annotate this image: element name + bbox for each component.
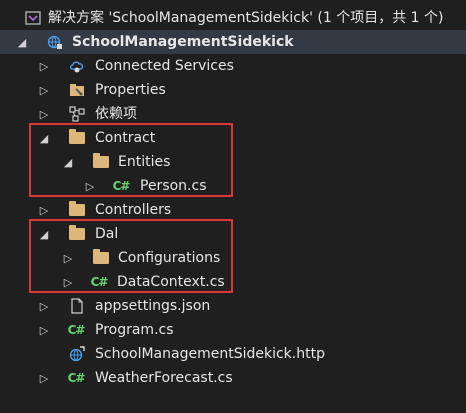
- properties-folder-icon: [68, 78, 86, 102]
- highlight-box-contract: [29, 123, 233, 197]
- http-file-icon: [68, 342, 86, 366]
- tree-item-label: appsettings.json: [95, 298, 211, 314]
- expanded-chevron-icon[interactable]: ◢: [15, 30, 29, 54]
- highlight-box-dal: [29, 219, 233, 293]
- collapsed-chevron-icon[interactable]: ▷: [37, 78, 51, 102]
- tree-item-label: 依赖项: [95, 106, 137, 122]
- connected-services-icon: [68, 54, 86, 78]
- tree-item-connected-services[interactable]: ▷ Connected Services: [0, 54, 466, 78]
- tree-item-label: Connected Services: [95, 58, 234, 74]
- web-project-icon: [46, 30, 64, 54]
- tree-item-properties[interactable]: ▷ Properties: [0, 78, 466, 102]
- tree-item-weatherforecast-cs[interactable]: ▷ C# WeatherForecast.cs: [0, 366, 466, 390]
- tree-item-appsettings-json[interactable]: ▷ appsettings.json: [0, 294, 466, 318]
- tree-item-label: Controllers: [95, 202, 172, 218]
- solution-label: 解决方案 'SchoolManagementSidekick' (1 个项目，共…: [48, 10, 444, 26]
- solution-row[interactable]: 解决方案 'SchoolManagementSidekick' (1 个项目，共…: [0, 6, 466, 30]
- solution-icon: [24, 6, 42, 30]
- tree-item-label: SchoolManagementSidekick.http: [95, 346, 325, 362]
- tree-item-label: Properties: [95, 82, 166, 98]
- csharp-file-icon: C#: [67, 371, 86, 385]
- tree-item-program-cs[interactable]: ▷ C# Program.cs: [0, 318, 466, 342]
- csharp-file-icon: C#: [67, 323, 86, 337]
- collapsed-chevron-icon[interactable]: ▷: [37, 318, 51, 342]
- tree-item-label: WeatherForecast.cs: [95, 370, 233, 386]
- collapsed-chevron-icon[interactable]: ▷: [37, 366, 51, 390]
- project-label: SchoolManagementSidekick: [72, 34, 294, 50]
- json-file-icon: [68, 294, 86, 318]
- tree-item-label: Program.cs: [95, 322, 174, 338]
- collapsed-chevron-icon[interactable]: ▷: [37, 294, 51, 318]
- tree-item-http-file[interactable]: SchoolManagementSidekick.http: [0, 342, 466, 366]
- project-row[interactable]: ◢ SchoolManagementSidekick: [0, 30, 466, 54]
- collapsed-chevron-icon[interactable]: ▷: [37, 54, 51, 78]
